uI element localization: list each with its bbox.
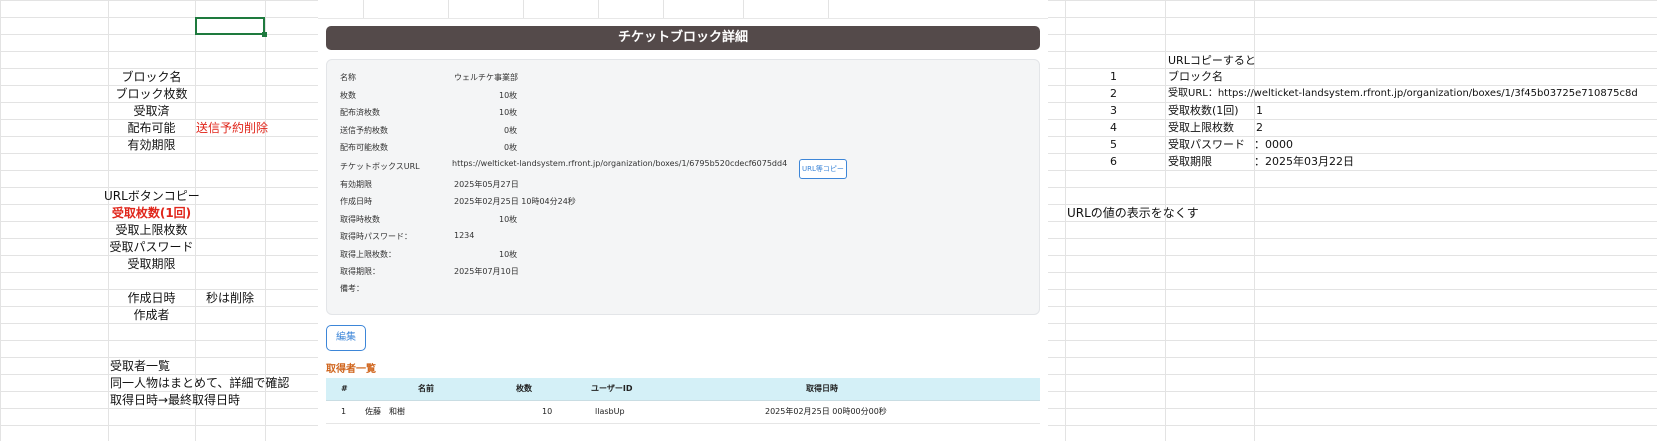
copy-item-label[interactable]: 受取URL：https://welticket-landsystem.rfron… [1168,86,1638,102]
cell-count: 10 [542,407,553,416]
row-number: 4 [1110,121,1117,134]
field-label-count: 枚数 [340,91,356,100]
top-strip [318,0,1048,19]
label-received[interactable]: 受取済 [108,103,195,119]
copy-item-label[interactable]: 受取期限 [1168,154,1212,170]
row-number: 3 [1110,104,1117,117]
table-header: # 名前 枚数 ユーザーID 取得日時 [326,378,1040,401]
cell-name: 佐藤 和樹 [365,407,405,416]
label-receive-password[interactable]: 受取パスワード [104,239,199,255]
note-remove-seconds[interactable]: 秒は削除 [195,290,265,306]
cell-acquired-at: 2025年02月25日 00時00分00秒 [765,407,887,416]
field-value-expiry: 2025年05月27日 [454,180,519,189]
cell-user-id: llasbUp [595,407,625,416]
label-distributable[interactable]: 配布可能 [108,120,195,136]
label-receive-deadline[interactable]: 受取期限 [108,256,195,272]
label-recipients-list[interactable]: 受取者一覧 [110,358,170,374]
strip-divider [828,0,829,18]
label-block-name[interactable]: ブロック名 [108,69,195,85]
copy-item-value[interactable]: 1 [1256,103,1263,119]
recipients-section-title: 取得者一覧 [326,364,376,375]
copy-item-label[interactable]: 受取上限枚数 [1168,120,1234,136]
header-user-id: ユーザーID [591,384,633,393]
field-value-password: 1234 [454,231,475,240]
field-value-count: 10枚 [499,91,518,100]
field-label-password: 取得時パスワード： [340,232,412,241]
ticket-block-detail-screen: チケットブロック詳細 名称 ウェルチケ事業部 枚数 10枚 配布済枚数 10枚 … [318,0,1048,441]
field-value-scheduled: 0枚 [504,126,518,135]
field-label-distributed: 配布済枚数 [340,108,380,117]
copy-item-value[interactable]: ：2025年03月22日 [1254,154,1354,170]
grid-column-line [1065,0,1066,441]
field-value-name: ウェルチケ事業部 [454,73,518,82]
strip-divider [743,0,744,18]
field-label-acquire-count: 取得時枚数 [340,215,380,224]
field-label-scheduled: 送信予約枚数 [340,126,388,135]
header-no: # [341,384,348,393]
field-label-name: 名称 [340,73,356,82]
cell-no: 1 [341,407,347,416]
copy-item-label[interactable]: 受取枚数(1回) [1168,103,1239,119]
detail-card: 名称 ウェルチケ事業部 枚数 10枚 配布済枚数 10枚 送信予約枚数 0枚 配… [326,59,1040,315]
strip-divider [598,0,599,18]
note-last-acquired[interactable]: 取得日時→最終取得日時 [110,392,240,408]
field-label-limit: 取得上限枚数： [340,250,396,259]
copy-item-value[interactable]: ：0000 [1254,137,1293,153]
field-value-distributed: 10枚 [499,108,518,117]
field-label-available: 配布可能枚数 [340,143,388,152]
field-label-remarks: 備考： [340,284,364,293]
label-receive-limit[interactable]: 受取上限枚数 [108,222,195,238]
strip-divider [523,0,524,18]
header-count: 枚数 [516,384,532,393]
label-receive-count-once[interactable]: 受取枚数(1回) [108,205,195,221]
copy-item-value[interactable]: 2 [1256,120,1263,136]
field-value-created: 2025年02月25日 10時04分24秒 [454,197,576,206]
header-name: 名前 [418,384,434,393]
row-number: 1 [1110,70,1117,83]
field-label-expiry: 有効期限 [340,180,372,189]
note-hide-url-value[interactable]: URLの値の表示をなくす [1067,205,1199,221]
field-label-created: 作成日時 [340,197,372,206]
field-label-deadline: 取得期限： [340,267,380,276]
strip-divider [448,0,449,18]
selected-cell[interactable] [195,17,267,37]
page-title: チケットブロック詳細 [326,26,1040,50]
label-expiry[interactable]: 有効期限 [108,137,195,153]
copy-item-label[interactable]: 受取パスワード [1168,137,1245,153]
edit-button[interactable]: 編集 [326,325,366,351]
label-author[interactable]: 作成者 [108,307,195,323]
strip-divider [663,0,664,18]
header-acquired-at: 取得日時 [806,384,838,393]
strip-divider [363,0,364,18]
label-url-button-copy[interactable]: URLボタンコピー [104,188,200,204]
field-value-box-url: https://welticket-landsystem.rfront.jp/o… [452,159,788,168]
label-created-at[interactable]: 作成日時 [108,290,195,306]
note-merge-same-person[interactable]: 同一人物はまとめて、詳細で確認 [110,375,289,391]
row-number: 2 [1110,87,1117,100]
field-value-acquire-count: 10枚 [499,215,518,224]
field-value-deadline: 2025年07月10日 [454,267,519,276]
fill-handle[interactable] [262,32,267,37]
note-delete-scheduled[interactable]: 送信予約削除 [196,120,268,136]
table-row[interactable]: 1 佐藤 和樹 10 llasbUp 2025年02月25日 00時00分00秒 [326,401,1040,424]
copy-item-label[interactable]: ブロック名 [1168,69,1223,85]
row-number: 5 [1110,138,1117,151]
field-value-available: 0枚 [504,143,518,152]
row-number: 6 [1110,155,1117,168]
field-value-limit: 10枚 [499,250,518,259]
url-copy-button[interactable]: URL等コピー [799,159,847,179]
heading-url-copy[interactable]: URLコピーすると [1168,53,1256,69]
field-label-box-url: チケットボックスURL [340,162,420,171]
label-block-count[interactable]: ブロック枚数 [108,86,195,102]
